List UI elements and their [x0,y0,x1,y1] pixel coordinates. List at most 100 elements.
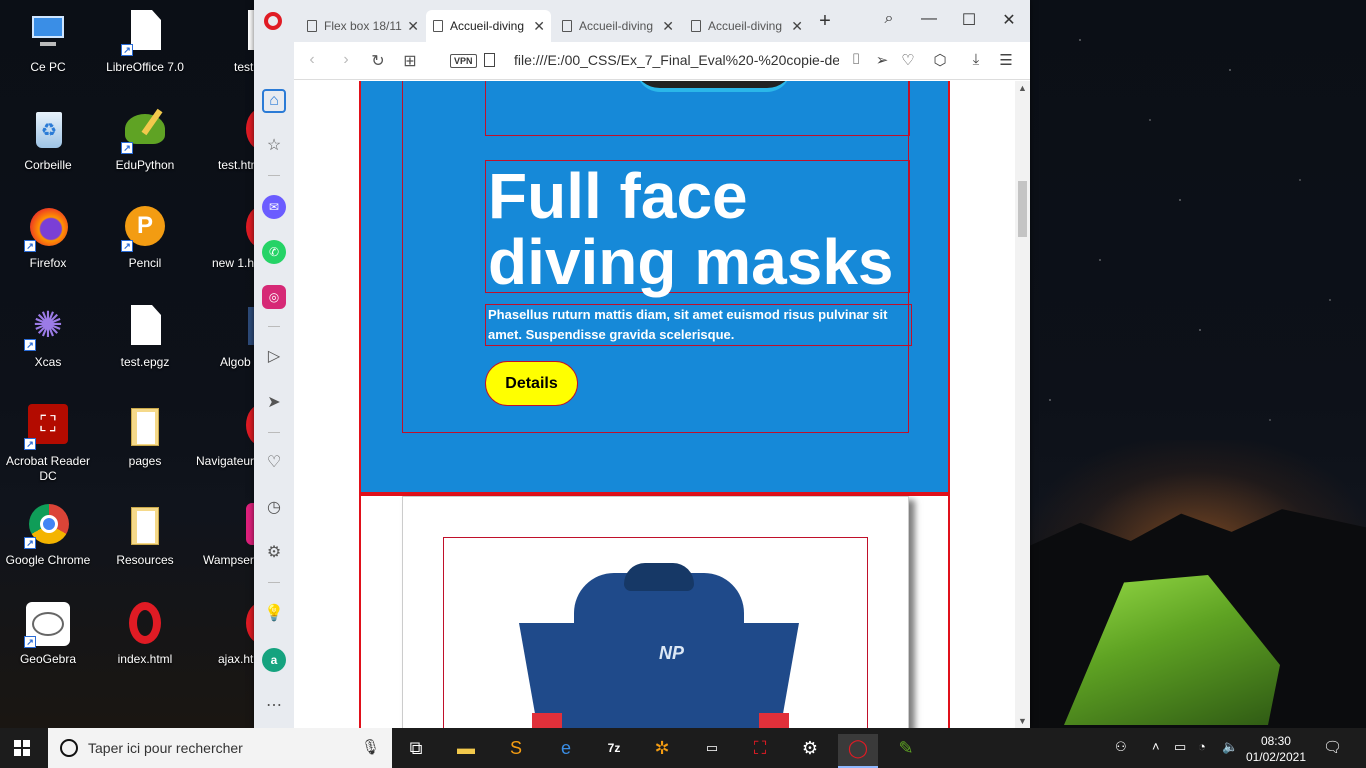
xampp-icon[interactable]: ✲ [642,734,682,768]
back-button[interactable]: ‹ [302,51,322,69]
close-tab-icon[interactable]: ✕ [791,10,803,42]
sidebar-divider [268,582,280,583]
taskbar-search-box[interactable]: Taper ici pour rechercher 🎙 [48,728,392,768]
desktop-icon-edupython[interactable]: ↗ EduPython [97,108,193,173]
desktop-icon-libreoffice[interactable]: ↗ LibreOffice 7.0 [97,10,193,75]
maximize-button[interactable]: ☐ [954,10,984,30]
opera-sidebar: ⌂ ☆ ✉ ✆ ◎ ▷ ➤ ♡ ◷ ⚙ 💡 a ⋯ [254,42,294,728]
url-input[interactable]: file:///E:/00_CSS/Ex_7_Final_Eval%20-%20… [514,52,839,68]
notifications-icon[interactable]: 🗨 [1323,738,1342,756]
extensions-cube-icon[interactable]: ⬡ [930,51,950,69]
opera-icon [123,602,167,646]
tab-grid-icon[interactable]: ⊞ [400,51,420,71]
messenger-icon[interactable]: ✉ [262,195,286,219]
player-icon[interactable]: ▷ [262,345,286,369]
file-explorer-icon[interactable]: ▬ [446,734,486,768]
page-file-icon [484,53,495,67]
desktop-icon-acrobat[interactable]: ⛶ ↗ Acrobat Reader DC [0,404,96,484]
pencil-app-icon: P ↗ [121,206,167,252]
microphone-icon[interactable]: 🎙 [361,738,380,756]
snapshot-camera-icon[interactable]: ⌷ [846,51,866,68]
settings-gear-icon[interactable]: ⚙ [790,734,830,768]
desktop-icon-pencil[interactable]: P ↗ Pencil [97,206,193,271]
search-tabs-icon[interactable]: ⌕ [874,10,904,28]
scroll-down-arrow-icon[interactable]: ▼ [1015,716,1030,726]
desktop-icon-ce-pc[interactable]: Ce PC [0,10,96,75]
close-tab-icon[interactable]: ✕ [407,10,419,42]
close-tab-icon[interactable]: ✕ [662,10,674,42]
command-prompt-icon[interactable]: ▭ [692,734,732,768]
document-icon [433,20,443,32]
hero-section: Full face diving masks Phasellus ruturn … [359,81,950,494]
hero-card: Full face diving masks Phasellus ruturn … [402,81,912,433]
history-icon[interactable]: ◷ [262,496,286,520]
aria-icon[interactable]: a [262,648,286,672]
desktop-icon-resources[interactable]: Resources [97,503,193,568]
download-icon[interactable]: ⤓ [966,51,986,68]
close-tab-icon[interactable]: ✕ [533,10,545,42]
easy-setup-icon[interactable]: ☰ [996,51,1016,69]
vertical-scrollbar[interactable]: ▲ ▼ [1015,81,1030,728]
pinboard-heart-icon[interactable]: ♡ [262,451,286,475]
edupython-icon: ↗ [121,108,167,154]
tab-accueil-diving-active[interactable]: Accueil-diving ✕ [426,10,551,42]
wetsuit-image: NP [519,563,799,728]
desktop-icon-pages[interactable]: pages [97,404,193,469]
whatsapp-icon[interactable]: ✆ [262,240,286,264]
desktop-icon-chrome[interactable]: ↗ Google Chrome [0,503,96,568]
product-section: NP [359,494,950,728]
edge-icon[interactable]: e [546,734,586,768]
desktop-icon-firefox[interactable]: ↗ Firefox [0,206,96,271]
scroll-up-arrow-icon[interactable]: ▲ [1015,83,1030,93]
notepad-plus-icon[interactable]: ✎ [886,734,926,768]
scroll-thumb[interactable] [1018,181,1027,237]
7zip-icon[interactable]: 7z [594,734,634,768]
new-tab-button[interactable]: + [810,10,840,33]
recycle-bin-icon: ♻ [26,108,70,152]
geogebra-icon: ↗ [24,602,70,648]
search-placeholder: Taper ici pour rechercher [88,740,243,756]
send-to-flow-icon[interactable]: ➢ [872,51,892,69]
bookmarks-icon[interactable]: ☆ [262,134,286,158]
close-window-button[interactable]: ✕ [994,10,1024,30]
desktop-icon-geogebra[interactable]: ↗ GeoGebra [0,602,96,667]
acrobat-taskbar-icon[interactable]: ⛶ [740,734,780,768]
start-windows-icon[interactable] [14,740,30,756]
tab-accueil-diving-3[interactable]: Accueil-diving ✕ [684,10,809,42]
acrobat-icon: ⛶ ↗ [24,404,70,450]
desktop-icon-index-html[interactable]: index.html [97,602,193,667]
document-icon [562,20,572,32]
clock-date: 01/02/2021 [1245,750,1306,764]
settings-icon[interactable]: ⚙ [262,541,286,565]
tab-accueil-diving-2[interactable]: Accueil-diving ✕ [555,10,680,42]
page-viewport: Full face diving masks Phasellus ruturn … [294,81,1015,728]
instagram-icon[interactable]: ◎ [262,285,286,309]
tab-flex-box[interactable]: Flex box 18/11 ✕ [300,10,425,42]
vpn-badge[interactable]: VPN [450,54,477,68]
more-options-icon[interactable]: ⋯ [262,694,286,718]
flow-send-icon[interactable]: ➤ [262,391,286,415]
task-view-icon[interactable]: ⧉ [396,734,436,768]
forward-button[interactable]: › [336,51,356,69]
bookmark-heart-icon[interactable]: ♡ [898,51,918,69]
minimize-button[interactable]: — [914,10,944,28]
system-clock[interactable]: 08:30 01/02/2021 [1246,733,1306,765]
sublime-text-icon[interactable]: S [496,734,536,768]
tips-bulb-icon[interactable]: 💡 [262,602,286,626]
details-button[interactable]: Details [485,361,578,406]
desktop-icon-xcas[interactable]: ✺ ↗ Xcas [0,305,96,370]
people-icon[interactable]: ⚇ [1115,739,1127,755]
libreoffice-icon: ↗ [121,10,167,56]
reload-button[interactable]: ↻ [368,51,388,71]
address-bar: ‹ › ↻ ⊞ VPN file:///E:/00_CSS/Ex_7_Final… [294,42,1030,80]
opera-taskbar-icon[interactable]: ◯ [838,734,878,768]
speed-dial-home-icon[interactable]: ⌂ [262,89,286,113]
show-hidden-icons-chevron-up-icon[interactable]: ˄ [1152,739,1160,754]
desktop-icon-corbeille[interactable]: ♻ Corbeille [0,108,96,173]
opera-menu-icon[interactable] [264,12,282,30]
desktop-icon-test-epgz[interactable]: test.epgz [97,305,193,370]
folder-icon [123,503,167,547]
battery-icon[interactable]: ▭ [1174,739,1186,755]
network-icon[interactable]: ◔ [1198,739,1206,754]
volume-muted-icon[interactable]: 🔈 [1222,739,1238,755]
